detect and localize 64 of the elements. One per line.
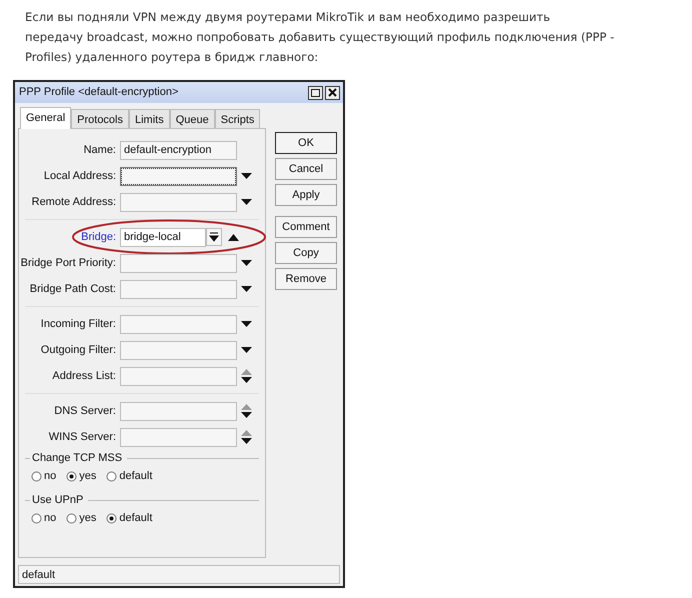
field-label: Bridge Path Cost: [28, 282, 117, 297]
maximize-icon [311, 88, 320, 96]
input-field[interactable] [120, 402, 237, 420]
dialog-button[interactable]: Remove [275, 268, 337, 290]
dialog-button[interactable]: Comment [275, 216, 337, 238]
close-button[interactable] [325, 86, 340, 100]
field-label: Local Address: [42, 168, 117, 184]
up-down-icon[interactable] [241, 369, 252, 383]
input-field[interactable] [120, 280, 237, 298]
maximize-button[interactable] [308, 86, 323, 100]
status-bar: default [18, 565, 340, 584]
radio-label[interactable]: yes [79, 510, 96, 526]
input-field[interactable] [120, 254, 237, 272]
dialog-button[interactable]: Apply [275, 184, 337, 206]
input-field[interactable] [120, 192, 237, 212]
tab[interactable]: General [20, 107, 72, 129]
up-down-icon[interactable] [241, 430, 252, 444]
tab[interactable]: Scripts [214, 109, 260, 129]
input-field[interactable] [120, 340, 237, 360]
input-field[interactable] [120, 428, 237, 446]
radio-button[interactable] [66, 470, 78, 482]
radio-button[interactable] [66, 512, 78, 524]
input-field[interactable]: bridge-local [120, 228, 206, 246]
up-down-icon[interactable] [241, 404, 252, 418]
tab[interactable]: Protocols [71, 109, 129, 129]
field-label: WINS Server: [48, 430, 117, 445]
collapse-button[interactable] [206, 228, 222, 246]
input-field[interactable]: default-encryption [120, 140, 237, 160]
radio-button[interactable] [31, 512, 42, 524]
radio-label[interactable]: no [44, 510, 56, 526]
dialog-button[interactable]: Copy [275, 242, 337, 264]
dropdown-arrow-icon[interactable] [241, 198, 252, 206]
field-label: Address List: [51, 368, 117, 384]
field-label: Incoming Filter: [40, 316, 117, 332]
radio-label[interactable]: default [119, 510, 152, 526]
group-title: Use UPnP [32, 492, 84, 508]
dialog-button[interactable]: Cancel [275, 158, 337, 180]
field-label: DNS Server: [53, 404, 117, 419]
dropdown-arrow-icon[interactable] [241, 286, 252, 292]
radio-label[interactable]: default [119, 468, 152, 484]
window-title: PPP Profile <default-encryption> [19, 85, 180, 100]
input-field[interactable] [120, 314, 237, 334]
dropdown-arrow-icon[interactable] [241, 260, 252, 266]
dropdown-arrow-icon[interactable] [241, 172, 252, 180]
tab[interactable]: Limits [129, 109, 170, 129]
dropdown-arrow-icon[interactable] [241, 346, 252, 354]
field-label[interactable]: Bridge: [19, 228, 120, 246]
radio-button[interactable] [106, 512, 118, 524]
radio-button[interactable] [31, 470, 42, 482]
tab[interactable]: Queue [170, 109, 215, 129]
field-label: Outgoing Filter: [40, 342, 117, 358]
input-field[interactable] [120, 166, 237, 186]
input-field[interactable] [120, 366, 237, 386]
group-title: Change TCP MSS [32, 450, 122, 466]
radio-label[interactable]: yes [79, 468, 96, 484]
field-label: Remote Address: [30, 194, 117, 210]
field-label: Bridge Port Priority: [20, 256, 117, 271]
field-label: Name: [82, 142, 117, 158]
intro-paragraph: Если вы подняли VPN между двумя роутерами MikroTik и вам необходимо разрешить передачу broadcast, можно попробовать добавить существующий профиль подключения (PPP - Profiles) удаленного роутера в бридж главного: [25, 9, 616, 66]
up-arrow-icon[interactable] [228, 234, 239, 240]
dialog-button[interactable]: OK [275, 132, 337, 154]
dropdown-arrow-icon[interactable] [241, 320, 252, 328]
radio-label[interactable]: no [44, 468, 56, 484]
radio-button[interactable] [106, 470, 118, 482]
